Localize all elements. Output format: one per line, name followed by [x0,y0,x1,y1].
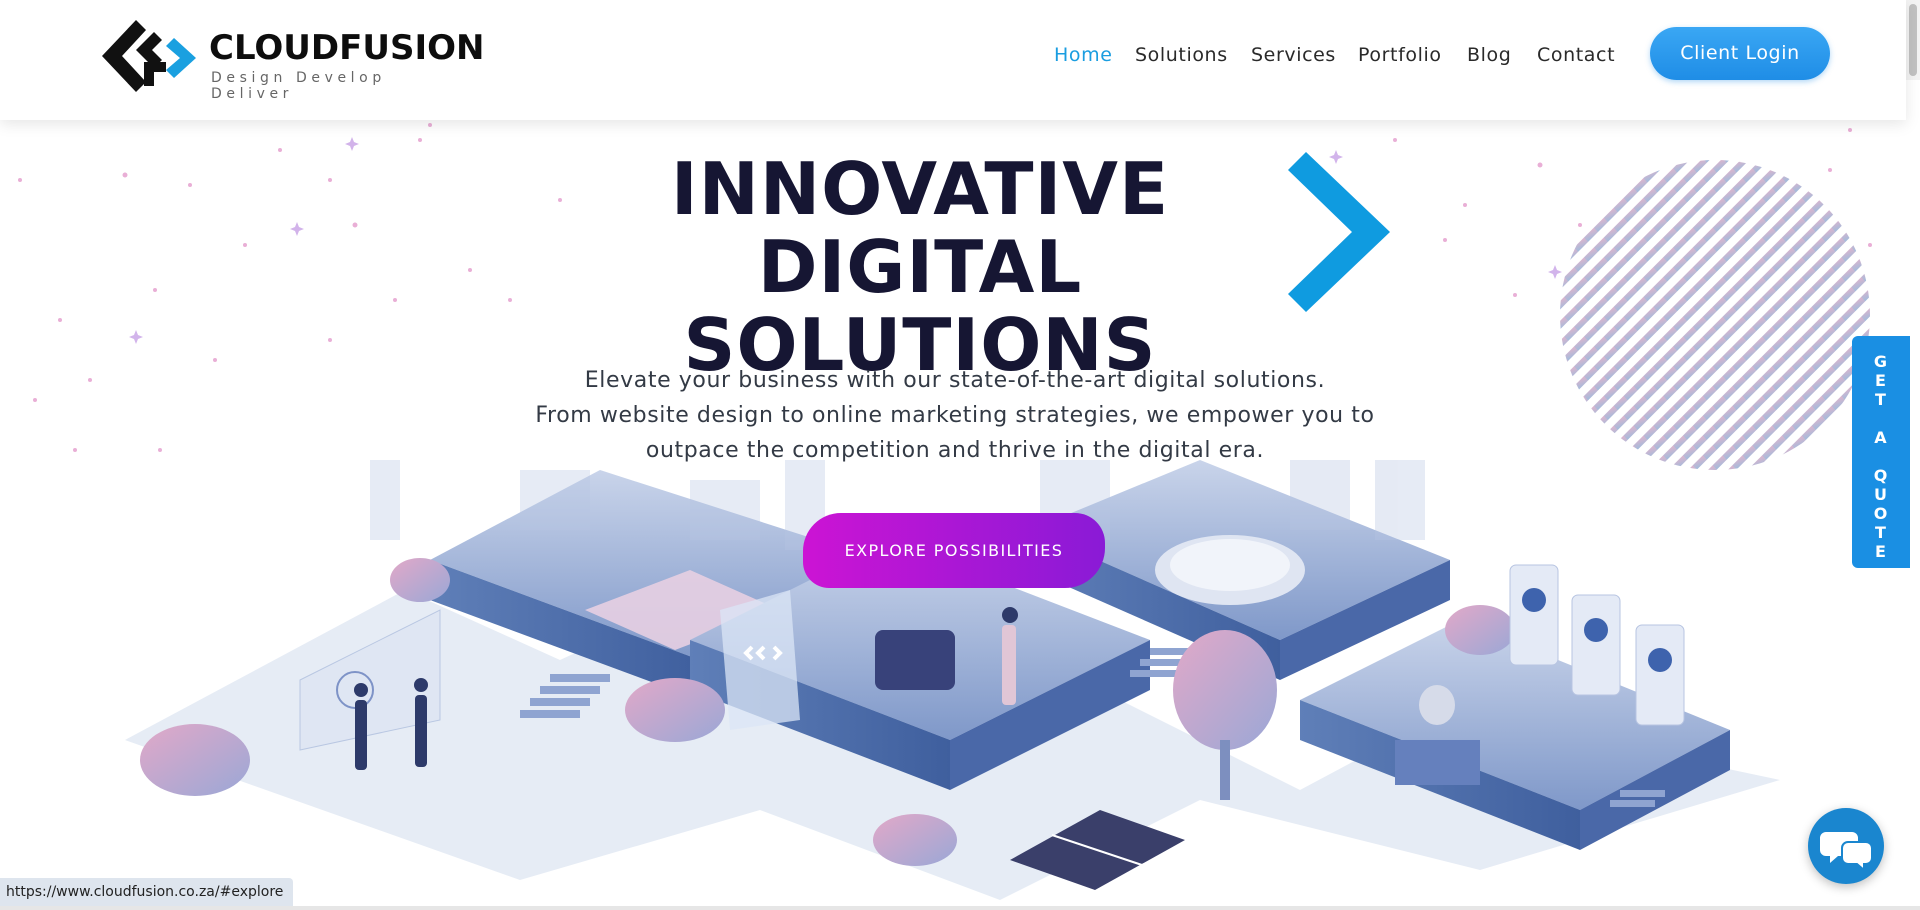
cloudfusion-logo-icon [102,20,196,92]
striped-circle [1560,160,1870,470]
quote-letter: T [1875,390,1887,409]
site-header: CLOUDFUSION Design Develop Deliver Home … [0,0,1906,120]
hero-subtitle-line-2: From website design to online marketing … [535,403,1375,428]
quote-letter: A [1874,428,1888,447]
get-a-quote-tab[interactable]: GET A QUOTE [1852,336,1910,568]
chevron-right-icon [1288,152,1390,312]
quote-letter: Q [1873,466,1889,485]
client-login-button[interactable]: Client Login [1650,27,1830,80]
browser-status-url: https://www.cloudfusion.co.za/#explore [0,878,294,906]
quote-letters: GET A QUOTE [1852,352,1910,561]
nav-home[interactable]: Home [1054,44,1113,66]
quote-letter: U [1874,485,1888,504]
quote-letter [1852,409,1910,428]
chat-bubbles-icon [1820,832,1873,873]
hero-title-line-1: INNOVATIVE DIGITAL [670,147,1170,309]
hero-subtitle: Elevate your business with our state-of-… [520,363,1390,468]
nav-contact[interactable]: Contact [1537,44,1615,66]
quote-letter: O [1873,504,1889,523]
bottom-divider [0,906,1920,910]
chat-button[interactable] [1808,808,1884,884]
quote-letter: E [1875,542,1887,561]
page: CLOUDFUSION Design Develop Deliver Home … [0,0,1920,910]
hero-title: INNOVATIVE DIGITAL SOLUTIONS [520,150,1320,384]
hero-subtitle-line-3: outpace the competition and thrive in th… [645,438,1265,463]
scrollbar-thumb[interactable] [1909,4,1917,76]
explore-possibilities-button[interactable]: EXPLORE POSSIBILITIES [803,513,1105,588]
logo-tagline: Design Develop Deliver [211,70,386,102]
hero-subtitle-line-1: Elevate your business with our state-of-… [584,368,1326,393]
quote-letter: G [1873,352,1889,371]
nav-services[interactable]: Services [1251,44,1336,66]
nav-solutions[interactable]: Solutions [1135,44,1228,66]
get-a-quote-label: GET A QUOTE [1852,352,1910,561]
scrollbar[interactable] [1906,0,1920,80]
logo-wordmark: CLOUDFUSION [209,28,485,68]
quote-letter [1852,447,1910,466]
nav-blog[interactable]: Blog [1467,44,1511,66]
nav-portfolio[interactable]: Portfolio [1358,44,1442,66]
quote-letter: E [1875,371,1887,390]
quote-letter: T [1875,523,1887,542]
site-logo[interactable]: CLOUDFUSION Design Develop Deliver [96,18,484,102]
